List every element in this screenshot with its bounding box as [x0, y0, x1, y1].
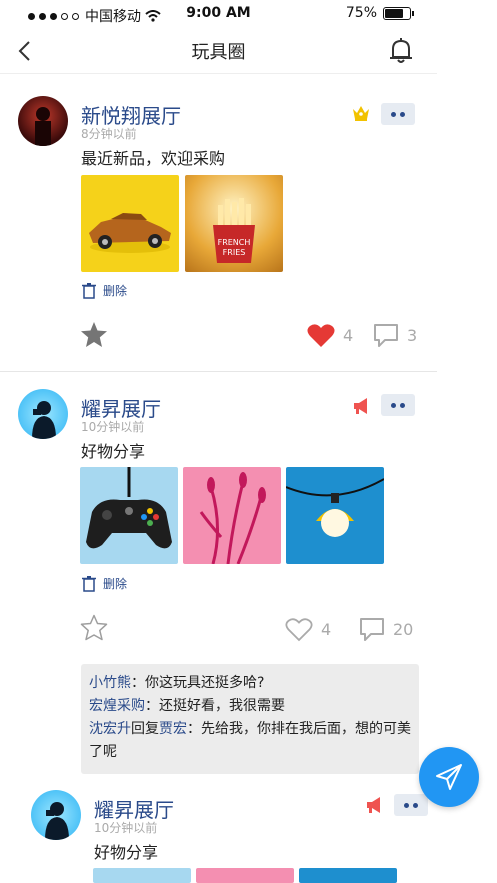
nav-bar: 玩具圈	[0, 28, 437, 74]
post-time: 10分钟以前	[81, 420, 145, 434]
like-button[interactable]: 4	[285, 617, 331, 642]
crown-icon	[353, 106, 369, 121]
battery-icon	[383, 6, 414, 20]
avatar[interactable]	[31, 790, 81, 840]
battery-percent: 75%	[345, 5, 377, 21]
bell-icon[interactable]	[388, 37, 414, 65]
delete-button[interactable]: 删除	[81, 575, 127, 592]
trash-icon	[82, 283, 96, 299]
post-image-game-controller[interactable]	[80, 467, 178, 564]
send-icon	[436, 764, 462, 790]
more-options-button[interactable]	[381, 103, 415, 125]
delete-label: 删除	[103, 284, 128, 298]
post-time: 8分钟以前	[81, 127, 137, 141]
megaphone-icon	[354, 398, 367, 414]
status-bar: 中国移动 9:00 AM 75%	[0, 0, 497, 28]
comment-icon	[374, 324, 398, 347]
favorite-star-icon[interactable]	[80, 321, 108, 348]
comment-item[interactable]: 沈宏升回复贾宏：先给我，你排在我后面，想的可美了呢	[89, 718, 411, 764]
post-image-pendant-lamp[interactable]	[299, 868, 397, 883]
more-options-button[interactable]	[394, 794, 428, 816]
svg-text:FRENCH: FRENCH	[218, 238, 251, 247]
comment-list: 小竹熊：你这玩具还挺多哈? 宏煌采购：还挺好看，我很需要 沈宏升回复贾宏：先给我…	[81, 664, 419, 774]
post-content: 好物分享	[81, 442, 146, 461]
avatar[interactable]	[18, 96, 68, 146]
comment-author[interactable]: 宏煌采购	[89, 698, 145, 714]
heart-icon	[307, 324, 335, 347]
delete-label: 删除	[103, 577, 128, 591]
comment-button[interactable]: 20	[359, 617, 413, 642]
comment-icon	[360, 618, 384, 641]
comment-author[interactable]: 沈宏升	[89, 721, 131, 737]
comment-count: 20	[393, 620, 414, 639]
comment-text: ：还挺好看，我很需要	[145, 698, 285, 714]
reply-word: 回复	[131, 721, 159, 737]
like-button[interactable]: 4	[307, 323, 353, 348]
post-divider	[0, 371, 437, 372]
heart-outline-icon	[285, 618, 313, 642]
comment-text: ：你这玩具还挺多哈?	[131, 675, 265, 691]
more-options-button[interactable]	[381, 394, 415, 416]
reply-to-name[interactable]: 贾宏	[159, 721, 187, 737]
post-image-toy-car[interactable]	[81, 175, 179, 272]
comment-author[interactable]: 小竹熊	[89, 675, 131, 691]
post-image-pink-flowers[interactable]	[196, 868, 294, 883]
post-content: 好物分享	[94, 843, 159, 862]
trash-icon	[82, 576, 96, 592]
post-image-pendant-lamp[interactable]	[286, 467, 384, 564]
comment-count: 3	[407, 326, 418, 345]
comment-item[interactable]: 宏煌采购：还挺好看，我很需要	[89, 695, 411, 718]
post-image-pink-flowers[interactable]	[183, 467, 281, 564]
comment-button[interactable]: 3	[373, 323, 417, 348]
page-title: 玩具圈	[191, 42, 246, 63]
post-content: 最近新品，欢迎采购	[81, 149, 226, 168]
favorite-star-icon[interactable]	[80, 614, 108, 641]
post-time: 10分钟以前	[94, 821, 158, 835]
delete-button[interactable]: 删除	[81, 282, 127, 299]
avatar[interactable]	[18, 389, 68, 439]
like-count: 4	[321, 620, 332, 639]
svg-text:FRIES: FRIES	[223, 248, 246, 257]
post-image-french-fries[interactable]: FRENCH FRIES	[185, 175, 283, 272]
post-image-game-controller[interactable]	[93, 868, 191, 883]
compose-post-button[interactable]	[419, 747, 479, 807]
like-count: 4	[343, 326, 354, 345]
megaphone-icon	[367, 797, 380, 813]
comment-item[interactable]: 小竹熊：你这玩具还挺多哈?	[89, 672, 411, 695]
